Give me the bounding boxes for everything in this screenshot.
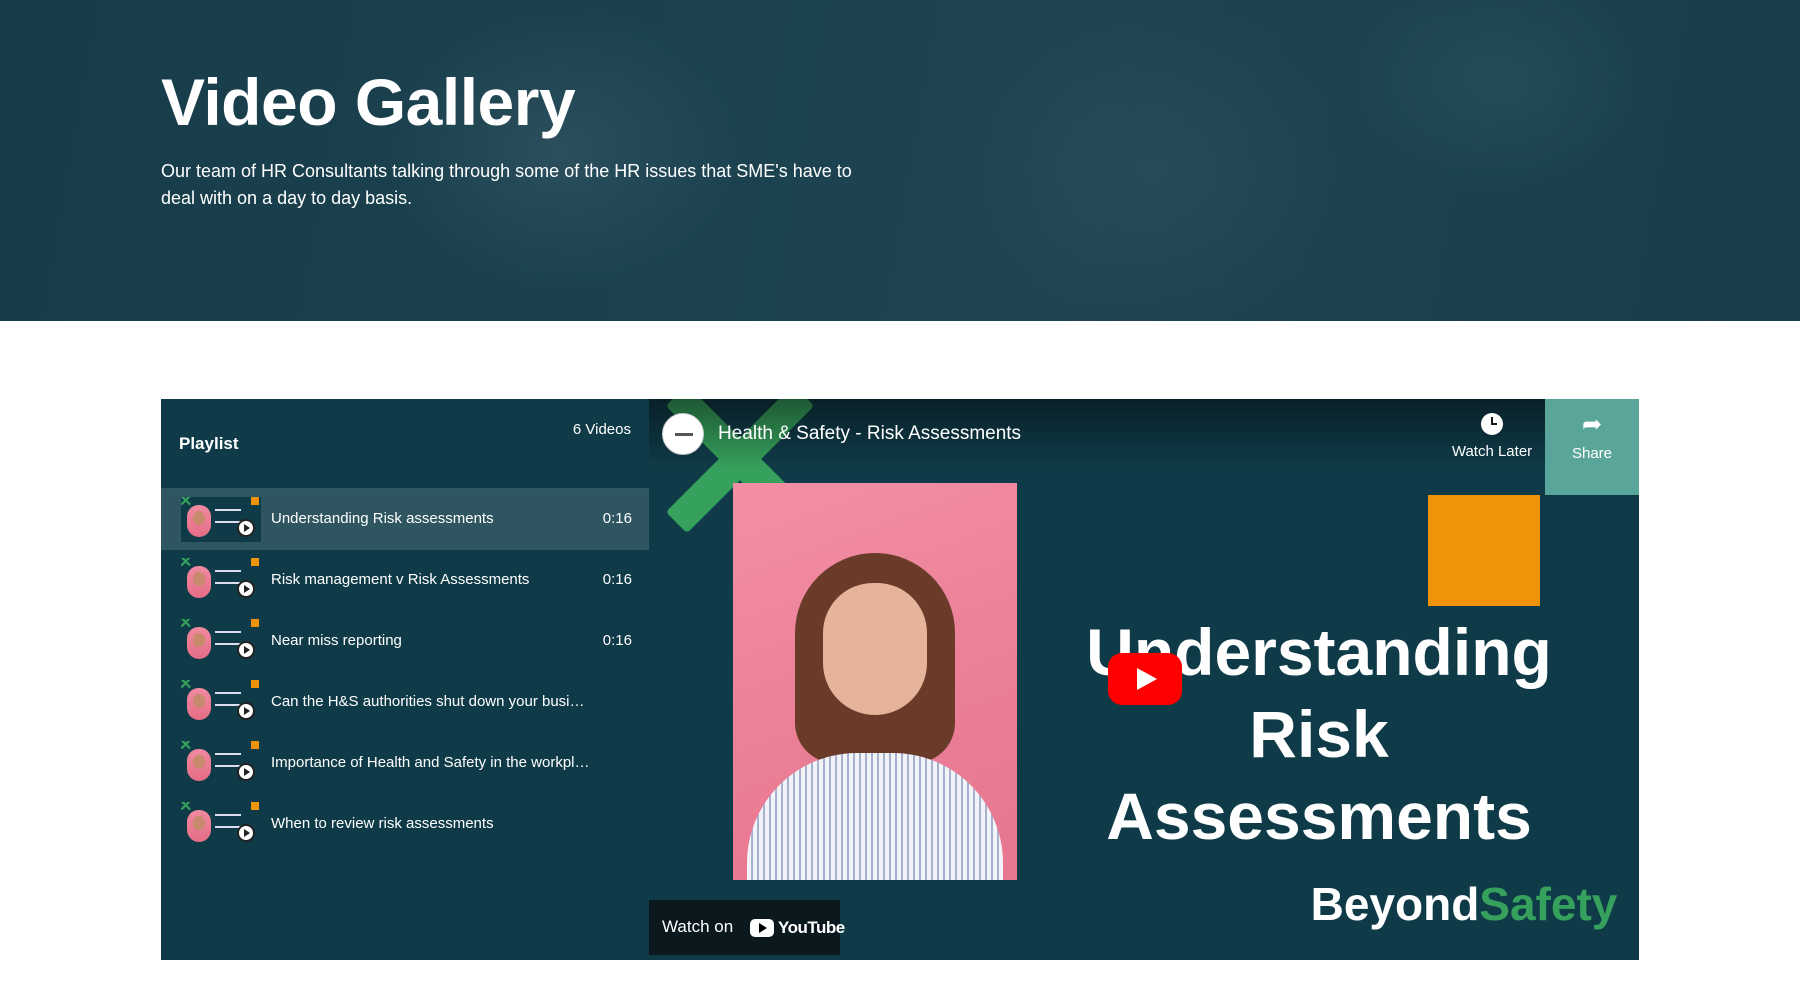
share-label: Share bbox=[1571, 445, 1613, 462]
watch-later-button[interactable]: Watch Later bbox=[1449, 413, 1535, 460]
playlist-item-label: When to review risk assessments bbox=[271, 815, 494, 832]
play-icon bbox=[237, 824, 255, 842]
video-player[interactable]: Understanding Risk Assessments BeyondSaf… bbox=[649, 399, 1639, 960]
playlist-header: Playlist 6 Videos bbox=[161, 399, 649, 489]
video-thumbnail: ✕ bbox=[181, 558, 261, 603]
playlist-item-label: Importance of Health and Safety in the w… bbox=[271, 754, 591, 771]
playlist-list: ✕ Understanding Risk assessments 0:16 ✕ … bbox=[161, 489, 649, 855]
youtube-icon bbox=[750, 919, 774, 937]
channel-avatar[interactable] bbox=[662, 413, 704, 455]
play-icon bbox=[237, 580, 255, 598]
playlist-item-duration: 0:16 bbox=[602, 571, 632, 588]
video-thumbnail: ✕ bbox=[181, 802, 261, 847]
playlist-item-duration: 0:16 bbox=[602, 510, 632, 527]
playlist-item-label: Risk management v Risk Assessments bbox=[271, 571, 530, 588]
thumbnail-title-line: Assessments bbox=[1106, 779, 1532, 853]
video-thumbnail: ✕ bbox=[181, 497, 261, 542]
share-arrow-icon: ➦ bbox=[1581, 411, 1603, 438]
video-embed: Playlist 6 Videos ✕ Understanding Risk a… bbox=[161, 399, 1639, 960]
play-icon bbox=[237, 641, 255, 659]
video-thumbnail: ✕ bbox=[181, 741, 261, 786]
playlist-item-label: Understanding Risk assessments bbox=[271, 510, 494, 527]
playlist-item[interactable]: ✕ Can the H&S authorities shut down your… bbox=[161, 672, 649, 733]
presenter-photo bbox=[733, 483, 1017, 880]
playlist-item[interactable]: ✕ Understanding Risk assessments 0:16 bbox=[161, 489, 649, 550]
player-top-bar: Health & Safety - Risk Assessments Watch… bbox=[649, 399, 1639, 469]
playlist-item[interactable]: ✕ Near miss reporting 0:16 bbox=[161, 611, 649, 672]
orange-square-graphic bbox=[1428, 495, 1540, 606]
playlist-item-duration: 0:16 bbox=[602, 632, 632, 649]
clock-icon bbox=[1481, 413, 1503, 435]
play-icon bbox=[237, 763, 255, 781]
thumbnail-title: Understanding Risk Assessments bbox=[1049, 611, 1589, 857]
playlist-item-label: Near miss reporting bbox=[271, 632, 402, 649]
thumbnail-title-line: Risk bbox=[1249, 697, 1389, 771]
play-icon bbox=[237, 702, 255, 720]
playlist-panel: Playlist 6 Videos ✕ Understanding Risk a… bbox=[161, 399, 649, 960]
page-description: Our team of HR Consultants talking throu… bbox=[161, 161, 852, 208]
watch-on-youtube-button[interactable]: Watch on YouTube bbox=[649, 900, 845, 955]
playlist-item-label: Can the H&S authorities shut down your b… bbox=[271, 693, 591, 710]
youtube-play-button[interactable] bbox=[1108, 653, 1182, 705]
playlist-item[interactable]: ✕ Importance of Health and Safety in the… bbox=[161, 733, 649, 794]
video-thumbnail: ✕ bbox=[181, 680, 261, 725]
playlist-item[interactable]: ✕ Risk management v Risk Assessments 0:1… bbox=[161, 550, 649, 611]
video-thumbnail: ✕ bbox=[181, 619, 261, 664]
hero-banner: Video Gallery Our team of HR Consultants… bbox=[0, 0, 1800, 321]
play-icon bbox=[237, 519, 255, 537]
playlist-video-count: 6 Videos bbox=[572, 421, 631, 438]
youtube-logo: YouTube bbox=[750, 916, 845, 940]
brand-logo: BeyondSafety bbox=[1310, 878, 1618, 930]
share-button[interactable]: ➦ Share bbox=[1545, 399, 1639, 495]
video-title-link[interactable]: Health & Safety - Risk Assessments bbox=[718, 423, 1021, 445]
playlist-item[interactable]: ✕ When to review risk assessments bbox=[161, 794, 649, 855]
page-title: Video Gallery bbox=[161, 65, 576, 139]
playlist-title: Playlist bbox=[179, 434, 239, 453]
watch-on-label: Watch on bbox=[662, 917, 734, 936]
watch-later-label: Watch Later bbox=[1451, 443, 1533, 460]
